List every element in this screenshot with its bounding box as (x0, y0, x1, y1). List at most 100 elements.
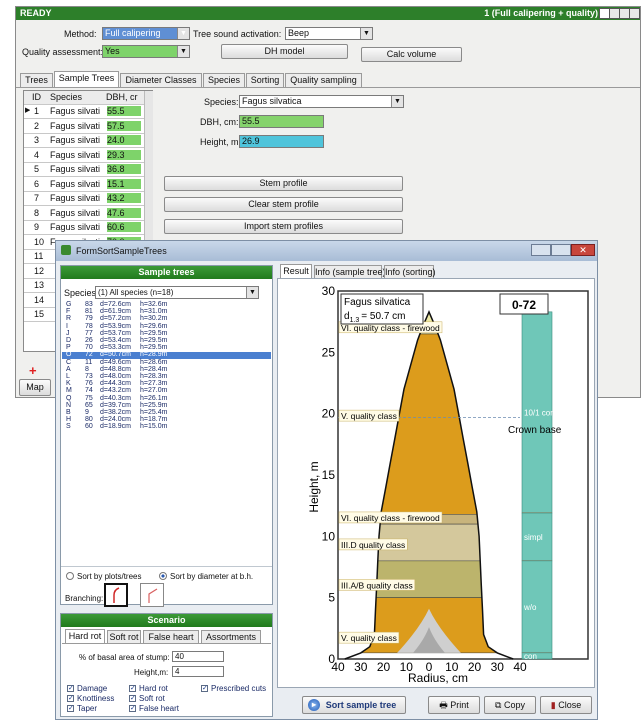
branching-right-button[interactable] (140, 583, 164, 607)
tab-result[interactable]: Result (280, 264, 312, 278)
checkbox[interactable]: ✓ (129, 695, 136, 702)
tab-trees[interactable]: Trees (20, 73, 53, 87)
add-icon[interactable]: + (29, 363, 37, 378)
tab-quality-sampling[interactable]: Quality sampling (285, 73, 362, 87)
d-value: = 50.7 cm (361, 311, 405, 322)
tab-sorting[interactable]: Sorting (246, 73, 284, 87)
table-row[interactable]: ▶ 1 Fagus silvati 55.5 (24, 105, 144, 119)
quality-section-label: III.A/B quality class (341, 580, 413, 590)
copy-button[interactable]: ⧉ Copy (484, 696, 536, 714)
table-row[interactable]: 7 Fagus silvati 43.2 (24, 192, 144, 206)
basal-area-label: % of basal area of stump: (79, 653, 170, 662)
quality-section-label: V. quality class (341, 411, 397, 421)
print-button[interactable]: 🖶 Print (428, 696, 480, 714)
sound-select[interactable]: Beep ▼ (285, 27, 373, 40)
height-input[interactable]: 26.9 (239, 135, 324, 148)
checkbox[interactable]: ✓ (67, 705, 74, 712)
tab-false-heart[interactable]: False heart (143, 630, 199, 643)
method-select[interactable]: Full calipering ▼ (102, 27, 190, 40)
sample-tree-list[interactable]: G 83 d=72.6cm h=32.6m F 81 d=61.9cm h=31.0m R 79 d… (62, 301, 271, 558)
stem-sorting-chart: 10/1 combisimplw/ocon V. quality classII… (307, 284, 589, 685)
species-filter-select[interactable]: (1) All species (n=18) ▼ (95, 286, 259, 299)
rot-height-label: Height,m: (134, 668, 169, 677)
grid-cell: 12 (34, 265, 45, 276)
tab-hard-rot[interactable]: Hard rot (65, 629, 105, 643)
table-row[interactable]: 3 Fagus silvati 24.0 (24, 134, 144, 148)
assortment-label: simpl (524, 533, 543, 542)
scenario-header: Scenario (61, 614, 272, 627)
tab-info-sorting[interactable]: Info (sorting) (384, 265, 436, 278)
close-icon[interactable]: ✕ (571, 244, 595, 256)
table-row[interactable]: 2 Fagus silvati 57.5 (24, 120, 144, 134)
x-tick-label: 40 (331, 660, 345, 674)
grid-cell: 11 (34, 251, 44, 261)
import-stem-profiles-button[interactable]: Import stem profiles (164, 219, 403, 234)
front-title: FormSortSampleTrees (76, 246, 167, 256)
dbh-label: DBH, cm: (200, 117, 239, 127)
close-icon[interactable] (629, 8, 640, 19)
assortment-label: w/o (523, 603, 537, 612)
maximize-icon[interactable] (551, 244, 571, 256)
checkbox[interactable]: ✓ (201, 685, 208, 692)
tab-soft-rot[interactable]: Soft rot (107, 630, 141, 643)
dbh-input[interactable]: 55.5 (239, 115, 324, 128)
species-select[interactable]: Fagus silvatica ▼ (239, 95, 404, 108)
checkbox[interactable]: ✓ (67, 685, 74, 692)
branch-icon (113, 587, 120, 603)
map-button[interactable]: Map (19, 379, 51, 396)
grid-cell: Fagus silvati (50, 193, 101, 203)
checkbox[interactable]: ✓ (67, 695, 74, 702)
sort-sample-tree-button[interactable]: ▸ Sort sample tree (302, 696, 406, 714)
x-tick-label: 30 (491, 660, 505, 674)
x-axis-label: Radius, cm (408, 671, 468, 685)
tab-assortments[interactable]: Assortments (201, 630, 261, 643)
grid-cell: 15 (34, 309, 45, 319)
minimize-icon[interactable] (531, 244, 551, 256)
tab-sample-trees[interactable]: Sample Trees (54, 71, 119, 87)
chevron-down-icon: ▼ (360, 28, 372, 39)
tab-info-sample-tree[interactable]: Info (sample tree) (314, 265, 386, 278)
sort-plots-radio[interactable] (66, 572, 74, 580)
branching-left-button[interactable] (104, 583, 128, 607)
grid-cell: 13 (34, 280, 45, 290)
table-row[interactable]: 5 Fagus silvati 36.8 (24, 163, 144, 177)
grid-cell: 8 (34, 207, 40, 218)
calc-volume-button[interactable]: Calc volume (361, 47, 462, 62)
main-title: READY (20, 8, 52, 18)
checkbox[interactable]: ✓ (129, 705, 136, 712)
close-button[interactable]: ▮ Close (540, 696, 592, 714)
tab-diameter-classes[interactable]: Diameter Classes (120, 73, 202, 87)
sort-plots-label: Sort by plots/trees (77, 572, 142, 581)
branching-label: Branching: (65, 594, 104, 603)
grid-cell: Fagus silvati (50, 135, 101, 145)
grid-cell: Fagus silvati (50, 149, 101, 160)
basal-area-input[interactable]: 40 (172, 651, 224, 662)
copy-icon: ⧉ (495, 700, 502, 710)
grid-cell: Fagus silvati (50, 106, 101, 116)
grid-cell: Fagus silvati (50, 120, 101, 131)
sample-trees-header: Sample trees (61, 266, 272, 279)
chevron-down-icon: ▼ (177, 46, 189, 57)
sample-trees-panel: Sample trees Species (1) All species (n=… (60, 265, 273, 605)
run-icon: ▸ (308, 699, 320, 711)
dh-model-button[interactable]: DH model (221, 44, 348, 59)
table-row[interactable]: 9 Fagus silvati 60.6 (24, 221, 144, 235)
checkbox[interactable]: ✓ (129, 685, 136, 692)
rot-height-input[interactable]: 4 (172, 666, 224, 677)
chevron-down-icon: ▼ (391, 96, 403, 107)
sort-diameter-radio[interactable] (159, 572, 167, 580)
grid-cell: Fagus silvati (50, 222, 101, 232)
clear-stem-profile-button[interactable]: Clear stem profile (164, 197, 403, 212)
list-cell: 60 (85, 423, 93, 431)
main-title-bar: READY 1 (Full calipering + quality) (16, 7, 640, 20)
stem-profile-button[interactable]: Stem profile (164, 176, 403, 191)
quality-select[interactable]: Yes ▼ (102, 45, 190, 58)
grid-cell: 3 (34, 135, 40, 145)
list-item[interactable]: S 60 d=18.9cm h=15.0m (62, 423, 271, 431)
table-row[interactable]: 6 Fagus silvati 15.1 (24, 178, 144, 192)
table-row[interactable]: 4 Fagus silvati 29.3 (24, 149, 144, 163)
tree-app-icon (61, 245, 71, 255)
table-row[interactable]: 8 Fagus silvati 47.6 (24, 207, 144, 221)
list-cell: d=18.9cm (100, 423, 131, 431)
tab-species[interactable]: Species (203, 73, 245, 87)
